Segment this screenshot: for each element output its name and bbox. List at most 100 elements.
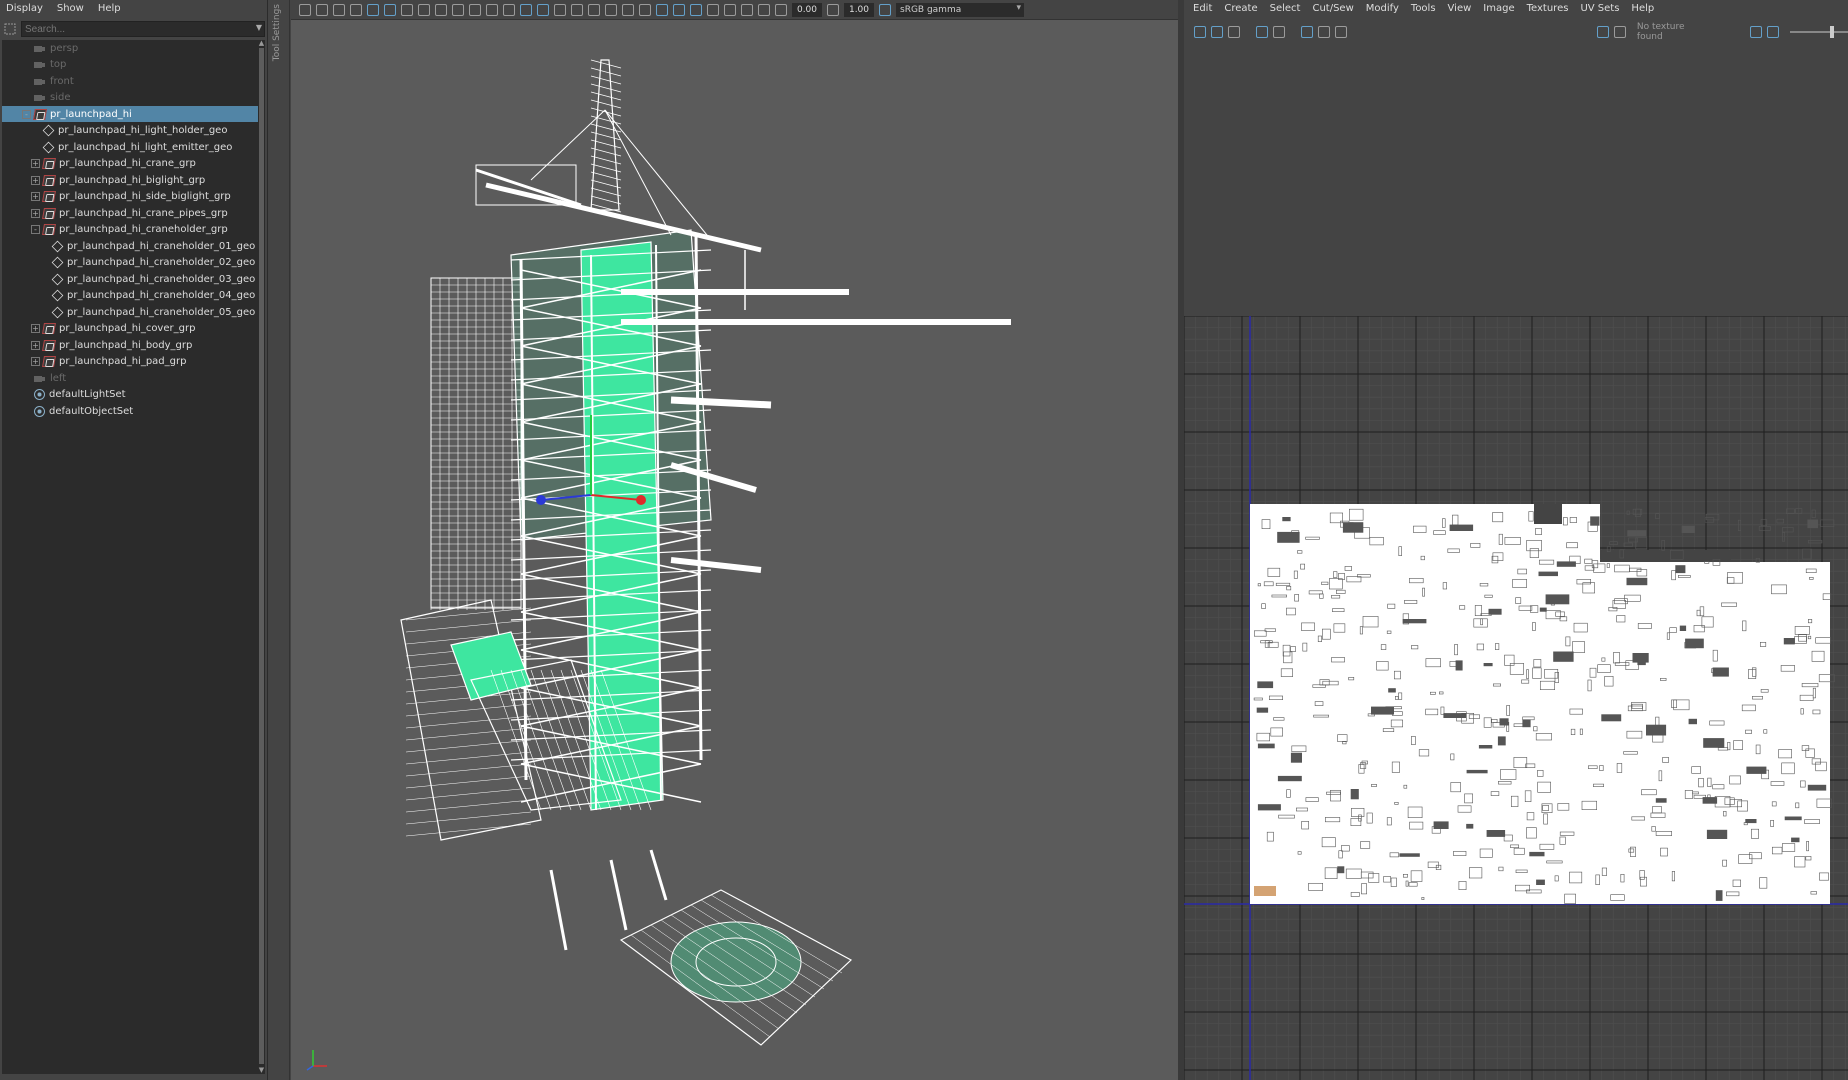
outliner-item[interactable]: pr_launchpad_hi_light_holder_geo	[2, 123, 258, 139]
outliner-item[interactable]: pr_launchpad_hi_craneholder_02_geo	[2, 255, 258, 271]
outliner-item[interactable]: pr_launchpad_hi_light_emitter_geo	[2, 139, 258, 155]
safe-title-icon[interactable]	[503, 3, 515, 16]
expand-icon[interactable]: +	[31, 159, 40, 168]
outliner-item[interactable]: + pr_launchpad_hi_crane_pipes_grp	[2, 205, 258, 221]
outliner-item[interactable]: + pr_launchpad_hi_side_biglight_grp	[2, 189, 258, 205]
ambient-occlusion-icon[interactable]	[622, 3, 634, 16]
textured-icon[interactable]	[571, 3, 583, 16]
outliner-item[interactable]: - pr_launchpad_hi	[2, 106, 258, 122]
uv-grid-icon[interactable]	[1255, 26, 1268, 38]
viewport-panel[interactable]: 0.00 1.00 sRGB gamma ▾	[291, 0, 1178, 1080]
uv-image-icon[interactable]	[1334, 26, 1347, 38]
scroll-up-icon[interactable]: ▲	[258, 40, 265, 47]
outliner-item[interactable]: side	[2, 90, 258, 106]
outliner-item[interactable]: + pr_launchpad_hi_biglight_grp	[2, 172, 258, 188]
menu-show[interactable]: Show	[57, 3, 84, 14]
scroll-down-icon[interactable]: ▼	[258, 1067, 265, 1074]
uv-distortion-icon[interactable]	[1300, 26, 1313, 38]
scene-view[interactable]	[291, 20, 1178, 1080]
color-space-select[interactable]: sRGB gamma ▾	[896, 2, 1024, 17]
outliner-item[interactable]: defaultObjectSet	[2, 403, 258, 419]
outliner-item[interactable]: pr_launchpad_hi_craneholder_05_geo	[2, 304, 258, 320]
outliner-item[interactable]: + pr_launchpad_hi_pad_grp	[2, 354, 258, 370]
uv-shells[interactable]	[1250, 504, 1835, 904]
image-plane-icon[interactable]	[350, 3, 362, 16]
menu-display[interactable]: Display	[6, 3, 43, 14]
safe-action-icon[interactable]	[486, 3, 498, 16]
outliner-item[interactable]: front	[2, 73, 258, 89]
outliner-item[interactable]: pr_launchpad_hi_craneholder_03_geo	[2, 271, 258, 287]
uv-menu-modify[interactable]: Modify	[1366, 3, 1399, 14]
exposure-field[interactable]: 0.00	[792, 2, 822, 17]
uv-snapshot-icon[interactable]	[1211, 26, 1223, 38]
wireframe-icon[interactable]	[520, 3, 532, 16]
uv-menu-view[interactable]: View	[1448, 3, 1472, 14]
outliner-item[interactable]: persp	[2, 40, 258, 56]
dim-slider[interactable]	[1789, 26, 1848, 38]
resolution-gate-icon[interactable]	[435, 3, 447, 16]
uv-menu-image[interactable]: Image	[1483, 3, 1514, 14]
uv-menu-textures[interactable]: Textures	[1527, 3, 1569, 14]
grid-icon[interactable]	[401, 3, 413, 16]
tool-settings-tab[interactable]: Tool Settings	[268, 0, 290, 1080]
uv-menu-tools[interactable]: Tools	[1411, 3, 1436, 14]
outliner-item[interactable]: pr_launchpad_hi_craneholder_01_geo	[2, 238, 258, 254]
gate-mask-icon[interactable]	[452, 3, 464, 16]
uv-shaded-icon[interactable]	[1228, 26, 1240, 38]
uv-canvas[interactable]	[1184, 46, 1848, 1080]
camera-attributes-icon[interactable]	[316, 3, 328, 16]
select-camera-icon[interactable]	[724, 3, 736, 16]
camera-icon[interactable]	[299, 3, 311, 16]
outliner-item[interactable]: left	[2, 370, 258, 386]
expand-icon[interactable]: +	[31, 208, 40, 218]
lights-icon[interactable]	[588, 3, 600, 16]
frame-all-icon[interactable]	[741, 3, 753, 16]
expand-icon[interactable]: +	[31, 340, 40, 350]
xray-joints-icon[interactable]	[690, 3, 702, 16]
launchpad-wireframe-model[interactable]	[400, 59, 1011, 1046]
filter-icon[interactable]	[0, 20, 20, 38]
uv-menu-select[interactable]: Select	[1270, 3, 1301, 14]
outliner-item[interactable]: + pr_launchpad_hi_body_grp	[2, 337, 258, 353]
frame-selected-icon[interactable]	[758, 3, 770, 16]
xray-icon[interactable]	[673, 3, 685, 16]
search-input[interactable]	[21, 21, 265, 37]
shadows-icon[interactable]	[605, 3, 617, 16]
bookmark-icon[interactable]	[333, 3, 345, 16]
checker-map-icon[interactable]	[1613, 26, 1626, 38]
expand-icon[interactable]: +	[31, 357, 40, 366]
uv-menu-help[interactable]: Help	[1631, 3, 1654, 14]
uv-menu-create[interactable]: Create	[1224, 3, 1257, 14]
scrollbar-thumb[interactable]	[259, 48, 264, 1064]
exposure-icon[interactable]	[775, 3, 787, 16]
2d-pan-icon[interactable]	[367, 3, 379, 16]
uv-shell-icon[interactable]	[1194, 26, 1206, 38]
motion-blur-icon[interactable]	[639, 3, 651, 16]
search-dropdown-icon[interactable]: ▼	[256, 23, 262, 32]
uv-checker-icon[interactable]	[1317, 26, 1330, 38]
outliner-item[interactable]: - pr_launchpad_hi_craneholder_grp	[2, 222, 258, 238]
gamma-icon[interactable]	[827, 3, 839, 16]
expand-icon[interactable]: +	[31, 192, 40, 201]
dim-image-icon[interactable]	[1766, 26, 1779, 38]
smooth-shade-icon[interactable]	[537, 3, 549, 16]
outliner-item[interactable]: + pr_launchpad_hi_cover_grp	[2, 321, 258, 337]
expand-icon[interactable]: +	[31, 324, 40, 333]
collapse-icon[interactable]: -	[22, 109, 31, 119]
film-gate-icon[interactable]	[418, 3, 430, 16]
collapse-icon[interactable]: -	[31, 225, 40, 234]
outliner-scrollbar[interactable]: ▲ ▼	[258, 40, 265, 1074]
gamma-field[interactable]: 1.00	[844, 2, 874, 17]
isolate-select-icon[interactable]	[656, 3, 668, 16]
outliner-item[interactable]: top	[2, 57, 258, 73]
uv-menu-edit[interactable]: Edit	[1193, 3, 1212, 14]
color-management-icon[interactable]	[879, 3, 891, 16]
outliner-item[interactable]: defaultLightSet	[2, 387, 258, 403]
wireframe-on-shaded-icon[interactable]	[554, 3, 566, 16]
outliner-item[interactable]: + pr_launchpad_hi_crane_grp	[2, 156, 258, 172]
field-chart-icon[interactable]	[469, 3, 481, 16]
xray-components-icon[interactable]	[707, 3, 719, 16]
expand-icon[interactable]: +	[31, 175, 40, 185]
uv-tiles-icon[interactable]	[1272, 26, 1285, 38]
uv-menu-cut-sew[interactable]: Cut/Sew	[1312, 3, 1353, 14]
